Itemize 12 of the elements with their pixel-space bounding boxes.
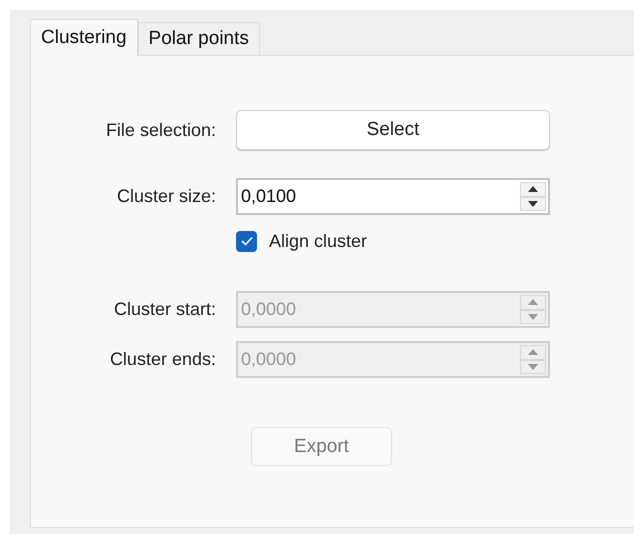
field-label: File selection: (106, 120, 216, 140)
field-label: Cluster size: (116, 186, 216, 207)
number-field[interactable]: 0,0100 (238, 180, 518, 213)
tab[interactable]: Clustering (30, 19, 138, 56)
check-icon (240, 236, 252, 246)
spin-box[interactable]: 0,0100 (236, 178, 550, 215)
checkbox-label: Align cluster (269, 230, 368, 252)
select-button[interactable]: Select (236, 110, 550, 150)
field-label: Cluster start: (114, 299, 216, 320)
field-label: Cluster ends: (110, 349, 216, 370)
checkbox[interactable] (236, 230, 257, 252)
tab[interactable]: Polar points (138, 22, 260, 55)
